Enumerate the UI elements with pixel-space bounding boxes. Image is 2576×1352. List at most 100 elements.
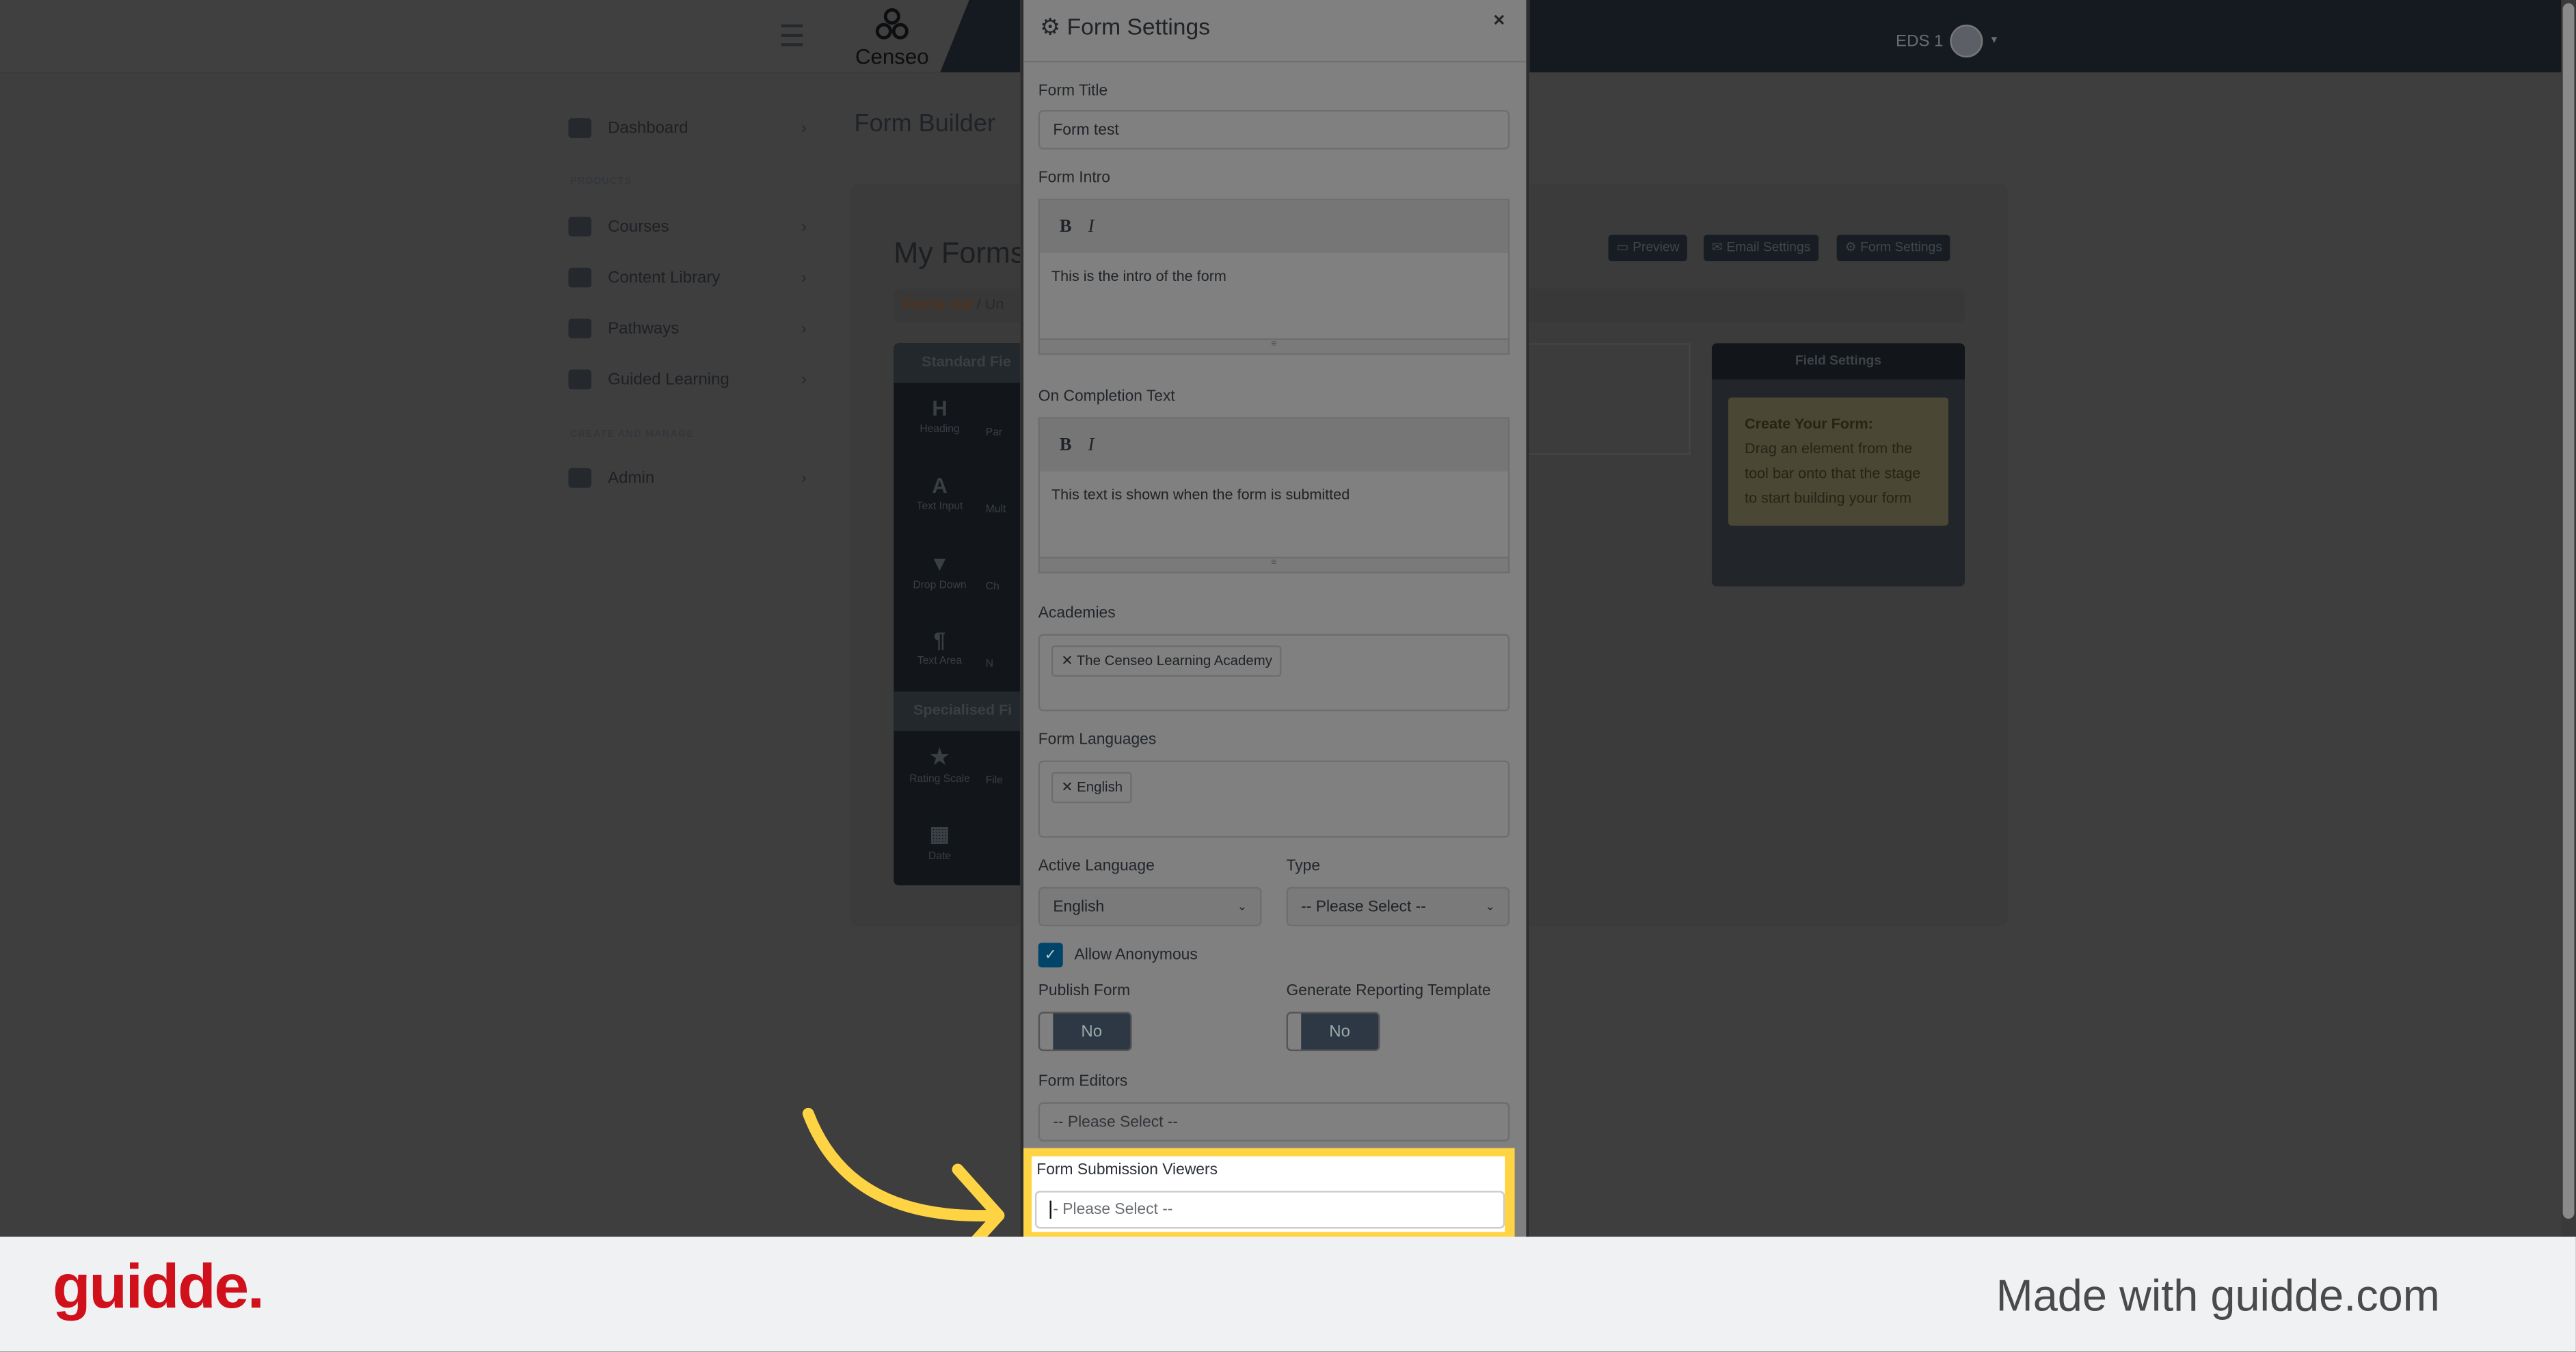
specialised-fields-header: Specialised Fi: [894, 691, 1025, 731]
tool-label[interactable]: File: [986, 731, 1003, 885]
censeo-logo[interactable]: Censeo: [848, 7, 937, 69]
editor-toolbar: BI: [1040, 200, 1508, 254]
form-title-input[interactable]: Form test: [1038, 110, 1510, 150]
editor-toolbar: BI: [1040, 418, 1508, 472]
gear-icon: [568, 468, 592, 488]
toolbox: Standard Fie H Heading A Text Input ▾ Drop …: [894, 343, 1025, 886]
sidebar-item-courses[interactable]: Courses ›: [568, 211, 807, 243]
divider: [1023, 60, 1527, 63]
tag-label: English: [1077, 779, 1123, 796]
tool-label[interactable]: Ch: [986, 537, 1006, 614]
tool-label: Text Input: [916, 500, 963, 513]
tool-label[interactable]: Par: [986, 383, 1006, 460]
screen: ☰ Censeo EDS 1 ▼ Dashboard › PRODUCTS Cou…: [0, 0, 2576, 1352]
italic-button[interactable]: I: [1088, 217, 1095, 236]
active-language-select[interactable]: English ⌄: [1038, 887, 1262, 927]
sidebar-item-content-library[interactable]: Content Library ›: [568, 261, 807, 294]
tool-text-input[interactable]: A Text Input: [894, 460, 986, 537]
field-settings-panel: Field Settings Create Your Form: Drag an …: [1711, 343, 1965, 586]
note-title: Create Your Form:: [1744, 415, 1873, 432]
sidebar-section-products: PRODUCTS: [569, 177, 632, 187]
tool-label[interactable]: Mult: [986, 460, 1006, 537]
resize-handle[interactable]: ≡: [1040, 556, 1508, 572]
italic-button[interactable]: I: [1088, 435, 1095, 455]
tool-drop-down[interactable]: ▾ Drop Down: [894, 537, 986, 614]
form-title-label: Form Title: [1038, 82, 1108, 100]
form-stage[interactable]: [1518, 343, 1691, 455]
award-icon: [568, 319, 592, 339]
form-intro-textarea[interactable]: This is the intro of the form: [1040, 253, 1508, 338]
submission-viewers-label: Form Submission Viewers: [1036, 1161, 1218, 1180]
sidebar-item-dashboard[interactable]: Dashboard ›: [568, 111, 807, 144]
user-label: EDS 1: [1896, 31, 1944, 51]
dashboard-icon: [568, 118, 592, 138]
chevron-down-icon: ⌄: [1485, 902, 1495, 914]
active-language-label: Active Language: [1038, 857, 1155, 876]
toggle-knob: [1040, 1013, 1054, 1050]
tag-label: The Censeo Learning Academy: [1076, 651, 1272, 669]
breadcrumb-current: Un: [984, 295, 1004, 312]
form-intro-editor: BI This is the intro of the form ≡: [1038, 198, 1510, 355]
gear-icon: ⚙: [1040, 13, 1061, 40]
allow-anonymous-checkbox[interactable]: ✓: [1038, 943, 1063, 968]
sidebar-item-label: Content Library: [608, 268, 721, 287]
guidde-logo: guidde.: [52, 1253, 265, 1323]
form-languages-label: Form Languages: [1038, 731, 1157, 749]
form-settings-button[interactable]: ⚙ Form Settings: [1836, 234, 1950, 262]
tool-label[interactable]: N: [986, 614, 1006, 692]
clipboard-icon: [568, 369, 592, 390]
remove-icon[interactable]: ✕: [1061, 652, 1073, 668]
sidebar-item-guided-learning[interactable]: Guided Learning ›: [568, 363, 807, 396]
resize-handle[interactable]: ≡: [1040, 338, 1508, 353]
tool-rating-scale[interactable]: ★ Rating Scale: [894, 731, 986, 808]
button-label: Preview: [1633, 239, 1680, 255]
sidebar-item-label: Admin: [608, 469, 655, 487]
reporting-template-toggle[interactable]: No: [1286, 1012, 1380, 1051]
user-menu[interactable]: EDS 1 ▼: [1896, 25, 2000, 58]
publish-form-toggle[interactable]: No: [1038, 1012, 1132, 1051]
logo-text: Censeo: [855, 44, 929, 69]
section-heading: My Forms: [894, 236, 1025, 270]
preview-button[interactable]: ▭ Preview: [1608, 234, 1688, 262]
made-with-text: Made with guidde.com: [1996, 1271, 2440, 1321]
toggle-value: No: [1081, 1022, 1103, 1041]
completion-text-editor: BI This text is shown when the form is s…: [1038, 417, 1510, 573]
bold-button[interactable]: B: [1060, 435, 1072, 455]
form-languages-multiselect[interactable]: ✕ English: [1038, 760, 1510, 838]
caret-down-icon: ▼: [1989, 36, 2000, 46]
select-value: -- Please Select --: [1301, 897, 1426, 916]
type-select[interactable]: -- Please Select -- ⌄: [1286, 887, 1510, 927]
publish-form-label: Publish Form: [1038, 982, 1131, 1001]
select-value: English: [1053, 897, 1105, 916]
sidebar-section-create: CREATE AND MANAGE: [569, 430, 695, 441]
heading-icon: H: [932, 396, 948, 421]
tool-date[interactable]: ▦ Date: [894, 808, 986, 885]
breadcrumb-forms-list[interactable]: Forms List: [904, 296, 973, 312]
bold-button[interactable]: B: [1060, 217, 1072, 236]
button-label: Form Settings: [1860, 239, 1942, 255]
hamburger-icon[interactable]: ☰: [779, 21, 805, 51]
calendar-icon: ▦: [929, 821, 950, 846]
scrollbar-thumb[interactable]: [2562, 3, 2575, 1219]
scrollbar[interactable]: [2561, 0, 2576, 1237]
email-settings-button[interactable]: ✉ Email Settings: [1703, 234, 1819, 262]
submission-viewers-input[interactable]: - Please Select --: [1034, 1191, 1505, 1229]
paragraph-icon: ¶: [933, 627, 946, 652]
tool-label: Text Area: [917, 655, 963, 667]
completion-textarea[interactable]: This text is shown when the form is subm…: [1040, 472, 1508, 557]
close-icon[interactable]: ×: [1493, 8, 1505, 31]
chevron-right-icon: ›: [801, 370, 807, 389]
sidebar-item-label: Courses: [608, 217, 669, 236]
toggle-knob: [1287, 1013, 1302, 1050]
tool-label: Rating Scale: [909, 773, 970, 785]
tool-heading[interactable]: H Heading: [894, 383, 986, 460]
reporting-template-label: Generate Reporting Template: [1286, 982, 1491, 1001]
monitor-icon: ▭: [1616, 239, 1629, 255]
remove-icon[interactable]: ✕: [1061, 779, 1073, 795]
chevron-right-icon: ›: [801, 119, 807, 137]
sidebar-item-pathways[interactable]: Pathways ›: [568, 312, 807, 345]
academies-multiselect[interactable]: ✕ The Censeo Learning Academy: [1038, 634, 1510, 712]
tool-text-area[interactable]: ¶ Text Area: [894, 614, 986, 692]
sidebar-item-admin[interactable]: Admin ›: [568, 461, 807, 494]
form-editors-select[interactable]: -- Please Select --: [1038, 1102, 1510, 1142]
